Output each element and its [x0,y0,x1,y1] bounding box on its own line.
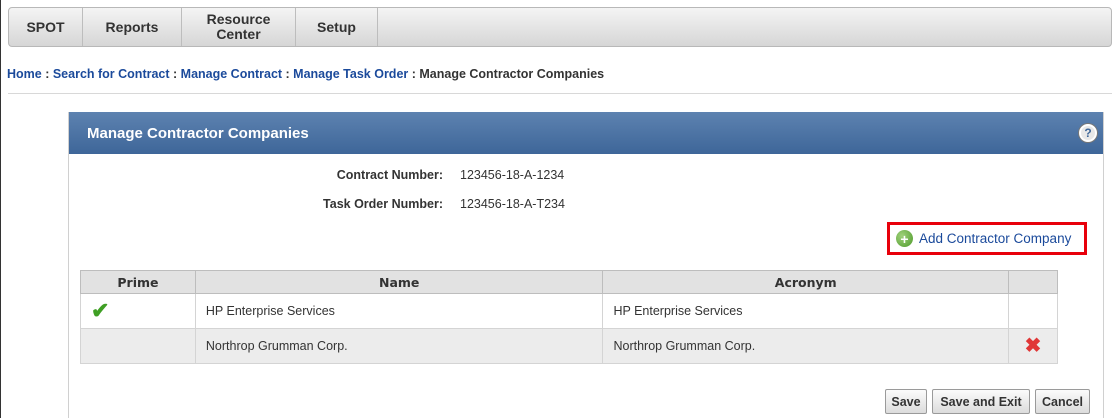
contractor-companies-table: Prime Name Acronym ✔ HP Enterprise Servi… [80,270,1058,364]
breadcrumb-separator: : [41,67,53,81]
checkmark-icon: ✔ [91,298,110,323]
task-order-row: Task Order Number: 123456-18-A-T234 [69,197,1105,213]
nav-setup[interactable]: Setup [296,8,378,46]
task-order-value: 123456-18-A-T234 [460,197,565,211]
breadcrumb-search-contract[interactable]: Search for Contract [53,67,170,81]
delete-icon[interactable]: ✖ [1009,336,1057,356]
breadcrumb-separator: : [282,67,294,81]
panel-title: Manage Contractor Companies [87,124,309,142]
contract-number-label: Contract Number: [336,168,443,182]
table-header-row: Prime Name Acronym [80,270,1058,294]
actions-cell [1008,293,1058,329]
top-navigation: SPOT Reports Resource Center Setup [8,7,1112,47]
save-and-exit-button[interactable]: Save and Exit [932,389,1030,414]
panel-header: Manage Contractor Companies ? [69,112,1103,154]
name-cell: HP Enterprise Services [194,293,604,329]
actions-cell: ✖ [1008,328,1058,364]
help-icon[interactable]: ? [1079,124,1097,142]
acronym-cell: HP Enterprise Services [602,293,1010,329]
table-row: Northrop Grumman Corp. Northrop Grumman … [80,328,1058,364]
nav-resource-center[interactable]: Resource Center [182,8,296,46]
breadcrumb-manage-contract[interactable]: Manage Contract [181,67,282,81]
cancel-button[interactable]: Cancel [1035,389,1090,414]
breadcrumb-manage-task-order[interactable]: Manage Task Order [293,67,408,81]
save-button[interactable]: Save [885,389,927,414]
nav-spot[interactable]: SPOT [9,8,83,46]
column-header-acronym[interactable]: Acronym [602,270,1010,294]
nav-reports[interactable]: Reports [83,8,182,46]
table-row: ✔ HP Enterprise Services HP Enterprise S… [80,293,1058,329]
contract-number-value: 123456-18-A-1234 [460,168,565,182]
add-contractor-company-button[interactable]: + Add Contractor Company [887,222,1087,255]
breadcrumb-separator: : [169,67,181,81]
contract-number-row: Contract Number: 123456-18-A-1234 [69,168,1105,184]
column-header-name[interactable]: Name [194,270,604,294]
plus-circle-icon: + [896,230,913,247]
prime-cell: ✔ [80,293,196,329]
breadcrumb-divider [8,93,1112,94]
breadcrumb-separator: : [408,67,420,81]
breadcrumb-current: Manage Contractor Companies [419,67,605,81]
task-order-label: Task Order Number: [323,197,443,211]
breadcrumb-home[interactable]: Home [7,67,42,81]
add-contractor-company-label: Add Contractor Company [919,231,1072,246]
name-cell: Northrop Grumman Corp. [194,328,604,364]
column-header-prime[interactable]: Prime [80,270,196,294]
breadcrumb: Home : Search for Contract : Manage Cont… [7,67,604,81]
contractor-companies-panel: Manage Contractor Companies ? Contract N… [68,112,1104,418]
column-header-actions [1008,270,1058,294]
prime-cell [80,328,196,364]
acronym-cell: Northrop Grumman Corp. [602,328,1010,364]
